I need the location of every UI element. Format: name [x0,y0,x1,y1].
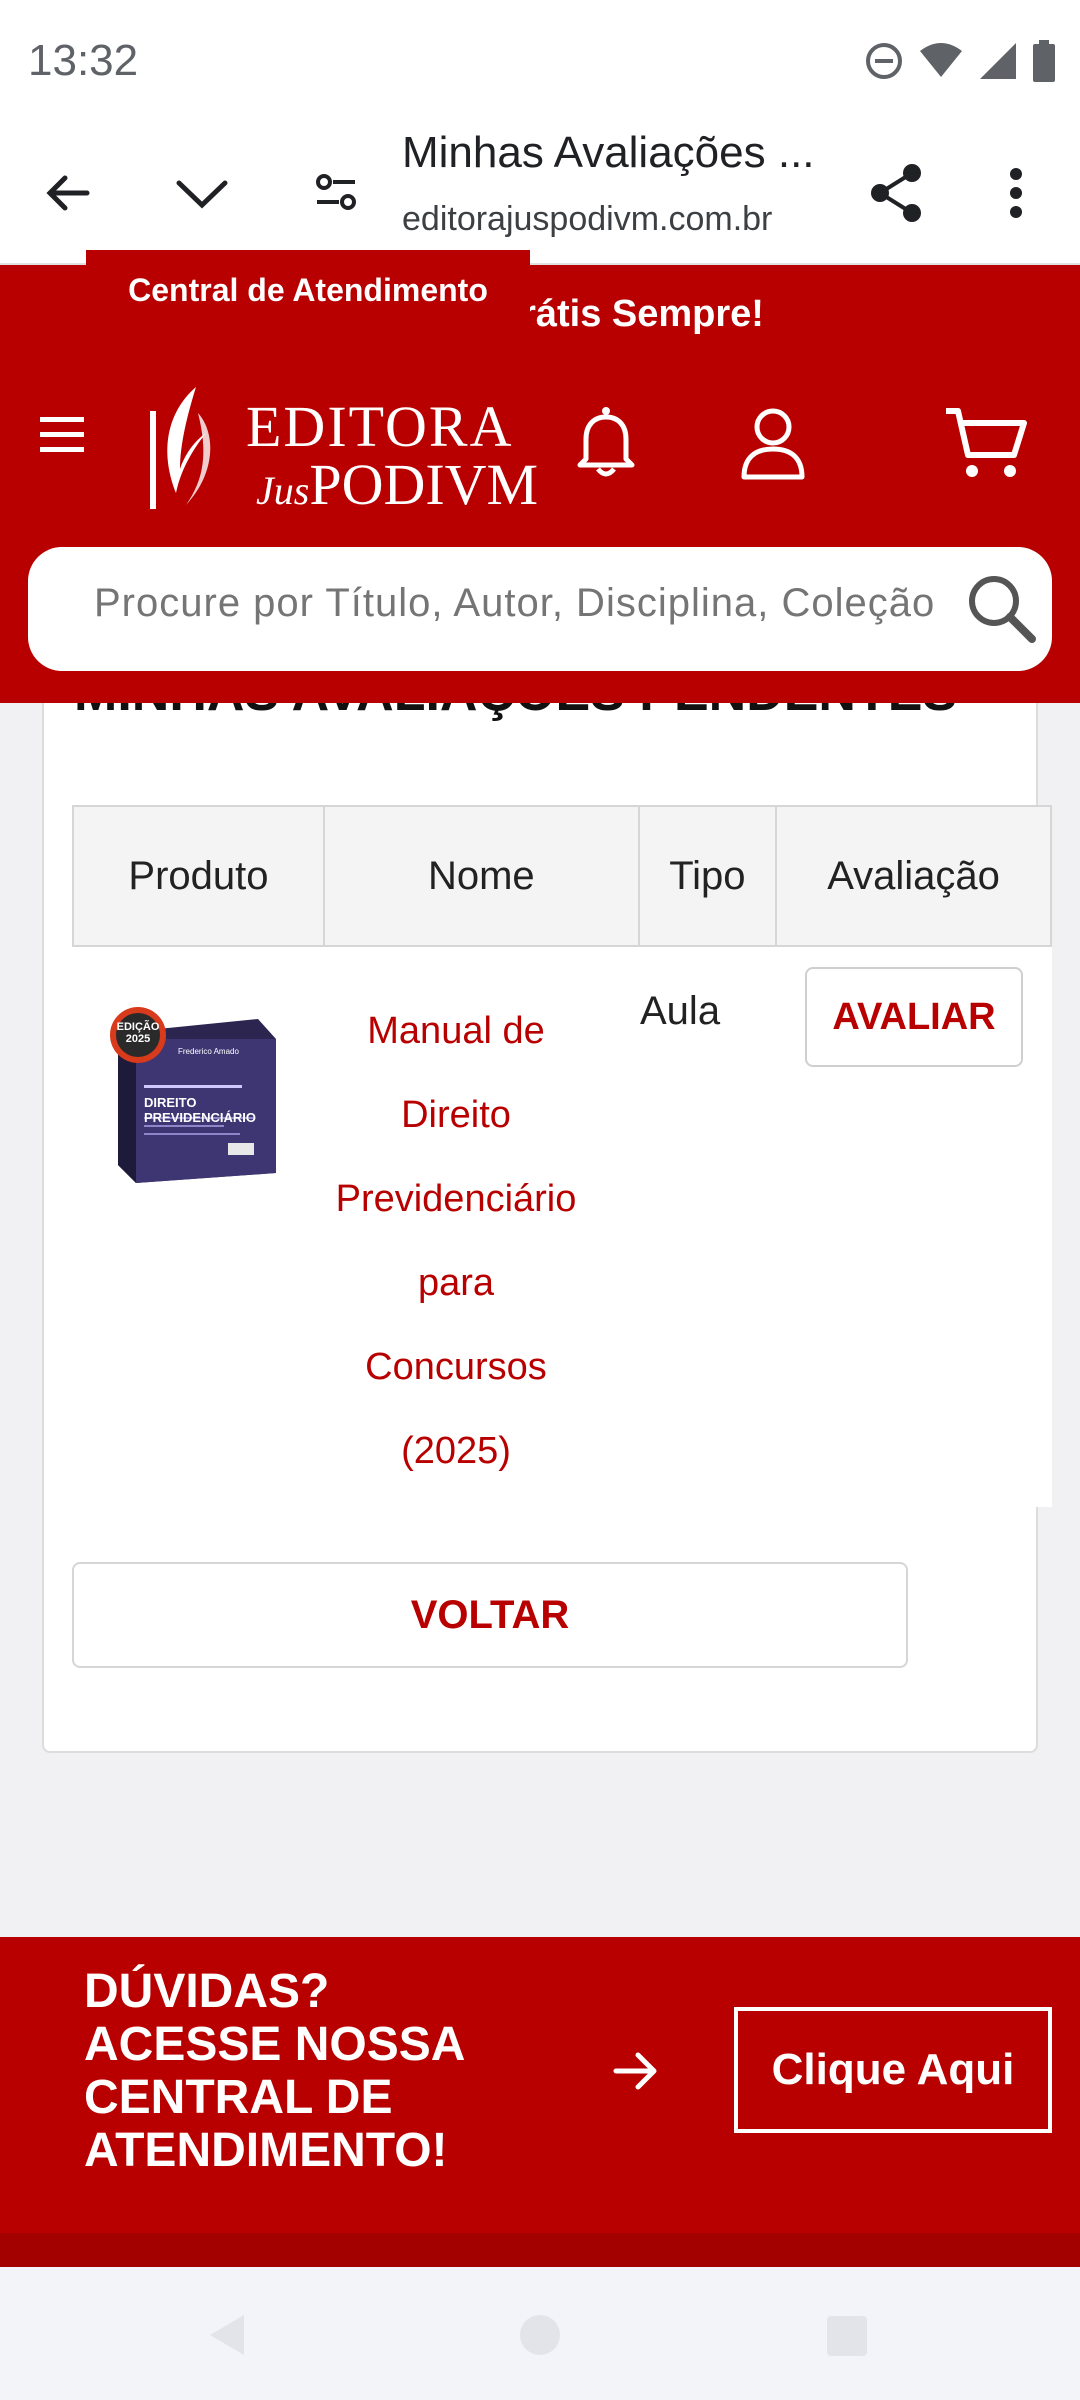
logo-line2: JusPODIVM [256,451,538,518]
menu-icon[interactable] [36,413,92,462]
page-url[interactable]: editorajuspodivm.com.br [402,200,772,239]
avaliar-button[interactable]: AVALIAR [805,967,1023,1067]
site-header: Frete Grátis Sempre! EDITORA JusPODIVM [0,265,1080,703]
table-header: Produto Nome Tipo Avaliação [72,805,1052,947]
site-logo[interactable]: EDITORA JusPODIVM [146,383,538,517]
central-atendimento-tab[interactable]: Central de Atendimento [86,250,530,330]
cover-badge: EDIÇÃO 2025 [116,1021,160,1045]
cover-badge-line2: 2025 [125,1033,151,1045]
product-name-line: Concursos [365,1346,547,1388]
cover-title-line1: DIREITO [144,1095,197,1110]
col-tipo: Tipo [640,807,778,945]
search-bar[interactable] [28,547,1052,671]
product-name-link[interactable]: Manual de Direito Previdenciário para Co… [324,989,588,1493]
page-title[interactable]: Minhas Avaliações ... [402,128,822,178]
search-input[interactable] [94,581,984,626]
footer-strip [0,2233,1080,2267]
product-name-line: Previdenciário [335,1178,577,1220]
clique-aqui-button[interactable]: Clique Aqui [734,2007,1052,2133]
bell-icon[interactable] [572,405,640,486]
support-banner: DÚVIDAS? ACESSE NOSSA CENTRAL DE ATENDIM… [0,1937,1080,2267]
cover-author: Frederico Amado [178,1047,239,1056]
support-line: DÚVIDAS? [84,1965,330,2018]
support-text: DÚVIDAS? ACESSE NOSSA CENTRAL DE ATENDIM… [84,1965,465,2177]
product-name-line: para [417,1262,495,1304]
chevron-down-icon[interactable] [162,153,242,233]
signal-icon [980,43,1016,79]
status-bar: 13:32 [0,0,1080,125]
user-icon[interactable] [738,405,808,486]
col-nome: Nome [325,807,640,945]
more-vert-icon[interactable] [976,153,1056,233]
voltar-button[interactable]: VOLTAR [72,1562,908,1668]
nav-back-icon[interactable] [206,2313,248,2362]
support-line: ATENDIMENTO! [84,2124,448,2177]
battery-icon [1033,40,1055,82]
search-icon[interactable] [966,573,1038,650]
dnd-icon [866,43,902,79]
tune-icon[interactable] [296,153,376,233]
cart-icon[interactable] [944,405,1028,486]
col-produto: Produto [74,807,325,945]
wifi-icon [920,43,962,77]
cover-title-line2: PREVIDENCIÁRIO [144,1110,256,1125]
cover-title: DIREITO PREVIDENCIÁRIO [144,1095,256,1125]
product-name-line: (2025) [401,1430,511,1472]
support-line: CENTRAL DE [84,2071,393,2124]
nav-recents-icon[interactable] [826,2315,868,2362]
logo-podivm: PODIVM [309,452,539,517]
col-avaliacao: Avaliação [827,853,1000,898]
system-nav-bar [0,2267,1080,2400]
cover-badge-line1: EDIÇÃO [116,1021,160,1033]
status-icons [864,40,1056,82]
table-row: EDIÇÃO 2025 Frederico Amado DIREITO PREV… [72,947,1052,1507]
quill-logo-icon [150,387,211,509]
product-name-line: Manual de [367,1010,545,1052]
logo-jus: Jus [256,468,310,513]
status-time: 13:32 [28,36,139,85]
section-title: MINHAS AVALIAÇÕES PENDENTES [74,703,957,723]
nav-home-icon[interactable] [518,2313,562,2362]
product-name-line: Direito [401,1094,511,1136]
product-image[interactable]: EDIÇÃO 2025 Frederico Amado DIREITO PREV… [108,1005,284,1185]
support-line: ACESSE NOSSA [84,2018,466,2071]
arrow-right-icon [612,2049,660,2098]
back-arrow-icon[interactable] [28,153,108,233]
share-icon[interactable] [856,153,936,233]
logo-line1: EDITORA [246,394,514,459]
product-type: Aula [640,989,721,1033]
